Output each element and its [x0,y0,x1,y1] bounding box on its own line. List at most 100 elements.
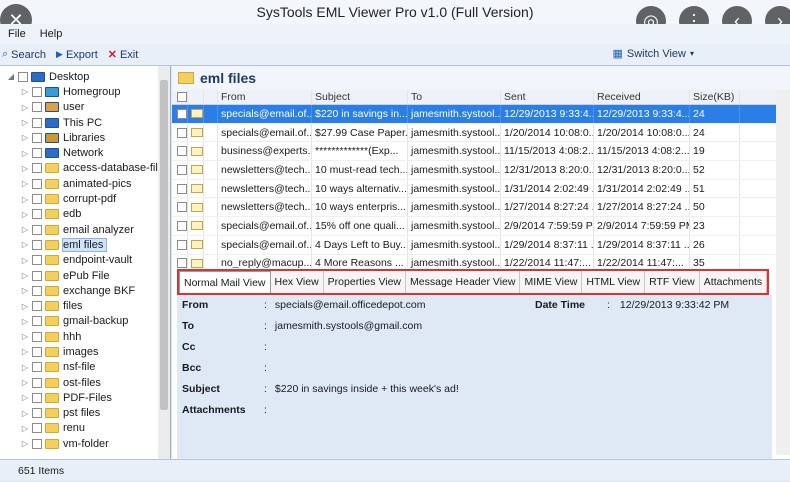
tab-html-view[interactable]: HTML View [582,271,646,293]
tree-item[interactable]: ▷ renu [0,421,170,436]
select-all-checkbox[interactable] [177,92,187,102]
menu-file[interactable]: File [8,28,26,40]
row-checkbox[interactable] [177,258,187,268]
tree-item[interactable]: ▷ This PC [0,115,170,130]
chevron-right-icon[interactable]: ▷ [20,424,30,433]
chevron-right-icon[interactable]: ▷ [20,332,30,341]
column-header[interactable]: Subject [312,90,408,104]
table-row[interactable]: specials@email.of... $220 in savings in..… [172,105,790,124]
tree-checkbox[interactable] [32,132,42,143]
chevron-right-icon[interactable]: ▷ [20,87,30,96]
tree-checkbox[interactable] [32,255,42,266]
row-checkbox[interactable] [177,108,187,119]
column-header[interactable]: To [408,90,501,104]
tree-item[interactable]: ▷ exchange BKF [0,283,170,298]
tree-scroll-thumb[interactable] [160,80,168,410]
tree-item[interactable]: ▷ Libraries [0,130,170,145]
tree-checkbox[interactable] [32,301,42,312]
exit-button[interactable]: ✕ Exit [108,48,139,62]
tree-item[interactable]: ▷ email analyzer [0,222,170,237]
tree-item[interactable]: ▷ eml files [0,237,170,252]
tree-item[interactable]: ▷ access-database-file [0,161,170,176]
tab-normal-mail-view[interactable]: Normal Mail View [179,271,271,293]
switch-view-button[interactable]: ▦ Switch View ▾ [612,47,694,61]
row-checkbox-cell[interactable] [172,198,188,217]
tree-checkbox[interactable] [32,408,42,419]
tree-item[interactable]: ▷ hhh [0,329,170,344]
chevron-right-icon[interactable]: ▷ [20,240,30,249]
tree-item[interactable]: ▷ PDF-Files [0,390,170,405]
chevron-right-icon[interactable]: ▷ [20,179,30,188]
tree-checkbox[interactable] [32,194,42,205]
tree-checkbox[interactable] [32,102,42,113]
chevron-right-icon[interactable]: ▷ [20,133,30,142]
tab-message-header-view[interactable]: Message Header View [406,271,521,293]
table-row[interactable]: newsletters@tech... 10 ways alternativ...… [172,179,790,199]
tree-item[interactable]: ▷ Network [0,145,170,160]
tree-checkbox[interactable] [32,117,42,128]
chevron-right-icon[interactable]: ▷ [20,363,30,372]
tree-item[interactable]: ▷ ePub File [0,268,170,283]
chevron-right-icon[interactable]: ▷ [20,256,30,265]
chevron-right-icon[interactable]: ▷ [20,409,30,418]
tree-checkbox[interactable] [32,148,42,159]
tab-hex-view[interactable]: Hex View [270,271,324,293]
tree-checkbox[interactable] [32,163,42,174]
column-header[interactable]: From [218,90,312,104]
tree-checkbox[interactable] [32,423,42,434]
chevron-right-icon[interactable]: ▷ [20,393,30,402]
tree-checkbox[interactable] [32,438,42,449]
tree-item[interactable]: ▷ endpoint-vault [0,253,170,268]
row-checkbox[interactable] [177,146,187,157]
table-row[interactable]: specials@email.of... $27.99 Case Paper...… [172,123,790,143]
tree-item[interactable]: ▷ user [0,100,170,115]
row-checkbox[interactable] [177,202,187,213]
tree-item[interactable]: ◢ Desktop [0,69,170,84]
row-checkbox-cell[interactable] [172,179,188,198]
column-header[interactable]: Size(KB) [690,90,740,104]
table-row[interactable]: newsletters@tech... 10 ways enterpris... j… [172,198,790,218]
tree-item[interactable]: ▷ gmail-backup [0,314,170,329]
row-checkbox-cell[interactable] [172,123,188,142]
chevron-right-icon[interactable]: ▷ [20,103,30,112]
tree-checkbox[interactable] [32,224,42,235]
tree-checkbox[interactable] [32,316,42,327]
tree-checkbox[interactable] [32,362,42,373]
menu-help[interactable]: Help [40,28,63,40]
tree-item[interactable]: ▷ images [0,344,170,359]
row-checkbox[interactable] [177,127,187,138]
tree-item[interactable]: ▷ ost-files [0,375,170,390]
chevron-right-icon[interactable]: ▷ [20,378,30,387]
table-row[interactable]: specials@email.of... 4 Days Left to Buy..… [172,235,790,255]
row-checkbox[interactable] [177,183,187,194]
flag-col-icon[interactable] [204,90,218,104]
tree-item[interactable]: ▷ files [0,298,170,313]
column-header[interactable]: Received [594,90,690,104]
export-button[interactable]: ▶ Export [56,49,98,61]
chevron-right-icon[interactable]: ▷ [20,286,30,295]
tree-item[interactable]: ▷ corrupt-pdf [0,191,170,206]
table-row[interactable]: business@experts... *************(Exp... j… [172,142,790,162]
header-checkbox[interactable] [172,90,188,104]
row-checkbox-cell[interactable] [172,217,188,235]
row-checkbox[interactable] [177,220,187,231]
tree-checkbox[interactable] [32,285,42,296]
chevron-down-icon[interactable]: ◢ [6,72,16,81]
search-button[interactable]: ⌕ Search [2,48,46,61]
vertical-scrollbar[interactable] [776,90,790,455]
attachment-col-icon[interactable] [188,90,204,104]
tab-attachments[interactable]: Attachments [699,271,768,293]
tree-checkbox[interactable] [32,209,42,220]
tree-checkbox[interactable] [32,270,42,281]
tree-checkbox[interactable] [18,71,28,82]
row-checkbox[interactable] [177,164,187,175]
tree-checkbox[interactable] [32,346,42,357]
tree-checkbox[interactable] [32,86,42,97]
tab-properties-view[interactable]: Properties View [323,271,407,293]
row-checkbox-cell[interactable] [172,235,188,254]
table-row[interactable]: no_reply@macup... 4 More Reasons ... james… [172,254,790,268]
chevron-right-icon[interactable]: ▷ [20,195,30,204]
chevron-right-icon[interactable]: ▷ [20,271,30,280]
tree-checkbox[interactable] [32,331,42,342]
chevron-right-icon[interactable]: ▷ [20,302,30,311]
